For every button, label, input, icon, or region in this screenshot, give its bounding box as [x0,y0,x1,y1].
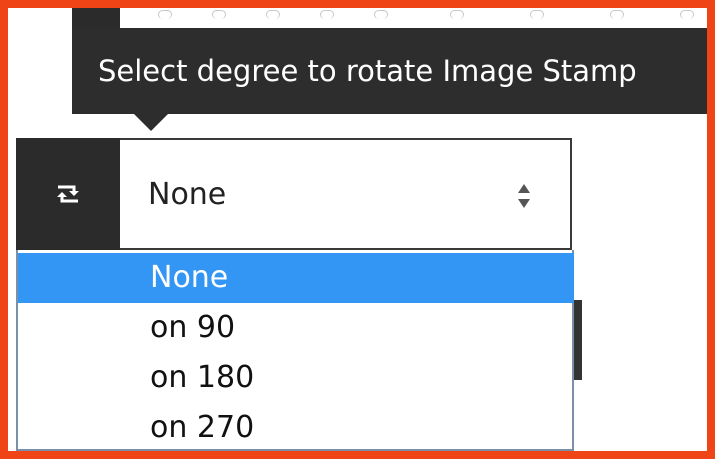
option-on-270[interactable]: on 270 [18,403,574,453]
option-on-90[interactable]: on 90 [18,303,574,353]
up-down-arrows-icon [518,184,530,208]
rotation-dropdown-list: None on 90 on 180 on 270 [16,250,574,451]
background-toolbar-strip [120,8,710,22]
background-panel-edge [574,300,582,380]
rotate-icon [57,185,79,203]
tooltip-text: Select degree to rotate Image Stamp [98,54,637,88]
toolbar-button-top[interactable] [72,8,120,28]
rotation-select-value: None [148,177,227,212]
option-none[interactable]: None [18,253,574,303]
option-on-180[interactable]: on 180 [18,353,574,403]
tooltip-arrow [134,114,168,131]
rotation-select[interactable]: None [120,138,572,250]
tooltip: Select degree to rotate Image Stamp [72,28,715,114]
rotate-icon-button[interactable] [16,138,120,250]
